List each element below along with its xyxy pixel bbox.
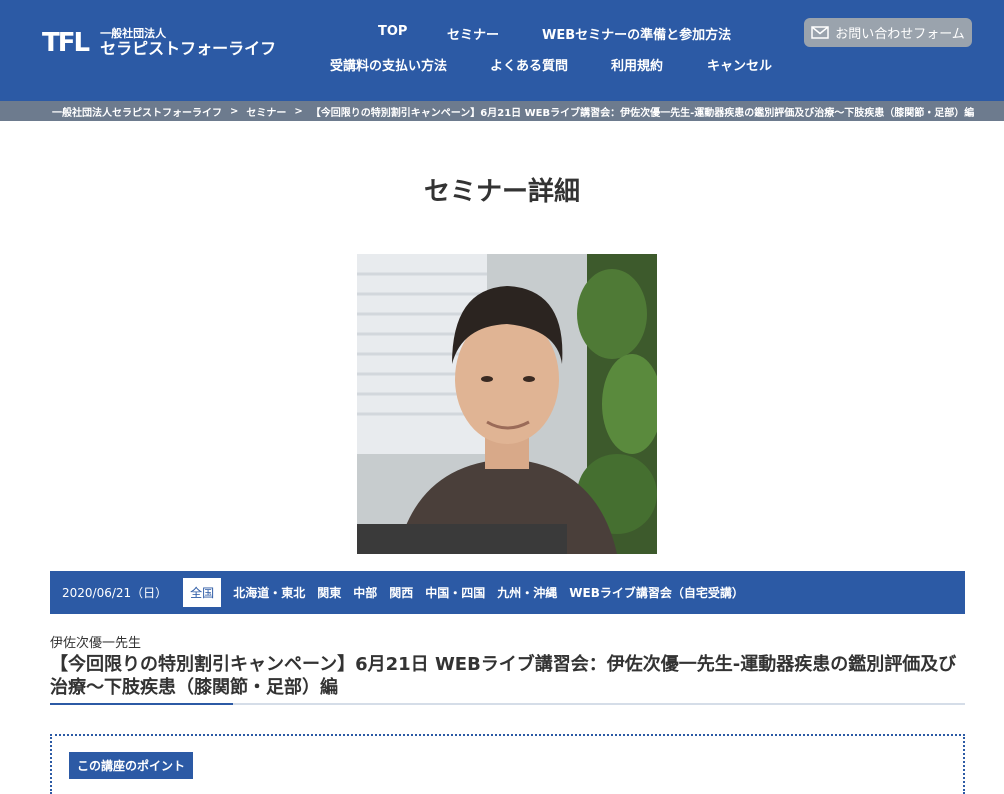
nav-faq[interactable]: よくある質問 — [490, 55, 568, 74]
breadcrumb-home[interactable]: 一般社団法人セラピストフォーライフ — [52, 104, 222, 119]
site-header: TFL 一般社団法人 セラピストフォーライフ TOP セミナー WEBセミナーの… — [0, 0, 1004, 101]
breadcrumb-separator: > — [230, 105, 239, 117]
category-chubu[interactable]: 中部 — [353, 584, 377, 601]
logo-mark: TFL — [42, 28, 90, 58]
category-kansai[interactable]: 関西 — [389, 584, 413, 601]
nav-cancel[interactable]: キャンセル — [707, 55, 772, 74]
nav-terms[interactable]: 利用規約 — [611, 55, 663, 74]
contact-form-label: お問い合わせフォーム — [835, 27, 965, 42]
title-divider-accent — [50, 703, 233, 705]
nav-payment[interactable]: 受講料の支払い方法 — [330, 55, 447, 74]
category-kanto[interactable]: 関東 — [317, 584, 341, 601]
site-logo[interactable]: TFL 一般社団法人 セラピストフォーライフ — [42, 28, 276, 58]
breadcrumb-seminar[interactable]: セミナー — [246, 104, 286, 119]
seminar-date: 2020/06/21（日） — [62, 586, 168, 600]
category-kyushu-okinawa[interactable]: 九州・沖縄 — [497, 584, 557, 601]
nav-top[interactable]: TOP — [378, 24, 407, 39]
category-nationwide[interactable]: 全国 — [183, 578, 222, 607]
seminar-title: 【今回限りの特別割引キャンペーン】6月21日 WEBライブ講習会：伊佐次優一先生… — [50, 654, 957, 698]
mail-icon — [811, 26, 829, 39]
teacher-name: 伊佐次優一先生 — [50, 636, 142, 651]
page-title: セミナー詳細 — [423, 177, 580, 207]
logo-large-text: セラピストフォーライフ — [100, 39, 277, 59]
contact-form-button[interactable]: お問い合わせフォーム — [804, 18, 972, 47]
breadcrumb-separator: > — [294, 105, 303, 117]
category-hokkaido-tohoku[interactable]: 北海道・東北 — [233, 584, 305, 601]
category-web-live[interactable]: WEBライブ講習会（自宅受講） — [569, 584, 744, 601]
category-chugoku-shikoku[interactable]: 中国・四国 — [425, 584, 485, 601]
teacher-photo — [357, 254, 657, 554]
category-bar: 2020/06/21（日） 全国 北海道・東北 関東 中部 関西 中国・四国 九… — [50, 571, 965, 614]
breadcrumb-current: 【今回限りの特別割引キャンペーン】6月21日 WEBライブ講習会：伊佐次優一先生… — [310, 107, 975, 119]
nav-web-seminar-guide[interactable]: WEBセミナーの準備と参加方法 — [542, 24, 731, 43]
nav-seminar[interactable]: セミナー — [447, 24, 499, 43]
breadcrumb: 一般社団法人セラピストフォーライフ > セミナー > 【今回限りの特別割引キャン… — [0, 101, 1004, 121]
logo-text: 一般社団法人 セラピストフォーライフ — [100, 28, 276, 58]
